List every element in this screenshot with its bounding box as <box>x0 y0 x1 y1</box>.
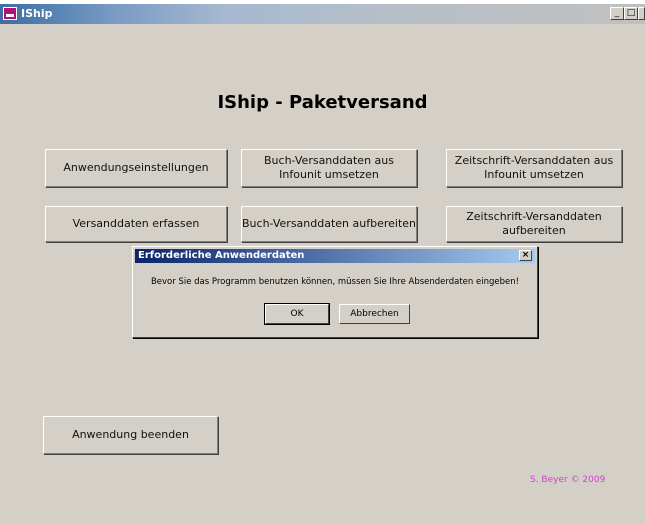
title-bar[interactable]: IShip _ □ <box>0 4 645 24</box>
dialog-close-icon[interactable]: × <box>519 250 532 261</box>
capture-shipping-data-button[interactable]: Versanddaten erfassen <box>45 206 227 242</box>
copyright-text: S. Beyer © 2009 <box>530 475 606 485</box>
page-title: IShip - Paketversand <box>217 92 428 113</box>
dialog-title-bar[interactable]: Erforderliche Anwenderdaten × <box>135 249 535 263</box>
dialog-cancel-button[interactable]: Abbrechen <box>339 304 410 324</box>
dialog-title: Erforderliche Anwenderdaten <box>138 250 305 261</box>
book-prepare-button[interactable]: Buch-Versanddaten aufbereiten <box>241 206 417 242</box>
app-icon <box>3 7 17 20</box>
close-button[interactable] <box>638 7 645 20</box>
dialog-message: Bevor Sie das Programm benutzen können, … <box>150 277 520 287</box>
maximize-button[interactable]: □ <box>624 7 638 20</box>
quit-application-button[interactable]: Anwendung beenden <box>43 416 218 454</box>
magazine-convert-button[interactable]: Zeitschrift-Versanddaten aus Infounit um… <box>446 149 622 187</box>
minimize-button[interactable]: _ <box>610 7 624 20</box>
window-title: IShip <box>21 7 53 20</box>
required-user-data-dialog: Erforderliche Anwenderdaten × Bevor Sie … <box>132 246 538 338</box>
magazine-prepare-button[interactable]: Zeitschrift-Versanddaten aufbereiten <box>446 206 622 242</box>
dialog-ok-button[interactable]: OK <box>264 303 330 325</box>
settings-button[interactable]: Anwendungseinstellungen <box>45 149 227 187</box>
book-convert-button[interactable]: Buch-Versanddaten aus Infounit umsetzen <box>241 149 417 187</box>
